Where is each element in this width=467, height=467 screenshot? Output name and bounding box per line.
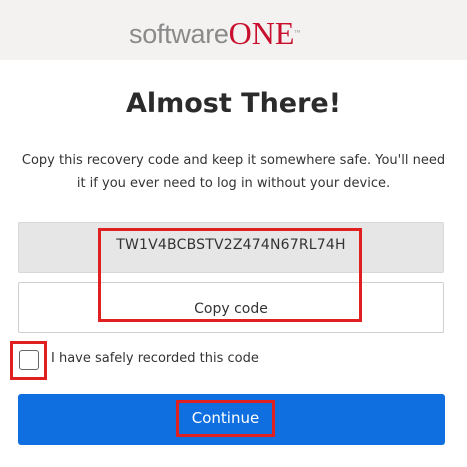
page-title: Almost There!	[125, 88, 342, 119]
logo-trademark: ™	[294, 30, 301, 36]
instructions-text: Copy this recovery code and keep it some…	[21, 153, 446, 191]
logo-text-software: software	[129, 19, 229, 49]
header: software ONE™	[0, 0, 467, 60]
copy-code-button[interactable]: Copy code	[18, 282, 444, 333]
recovery-code-text: TW1V4BCBSTV2Z474N67RL74H	[116, 237, 346, 253]
recorded-code-checkbox[interactable]	[19, 350, 39, 370]
softwareone-logo: software ONE™	[129, 9, 300, 49]
recorded-code-checkbox-label[interactable]: I have safely recorded this code	[51, 351, 259, 366]
logo-text-one: ONE™	[228, 15, 301, 51]
recovery-code-box: TW1V4BCBSTV2Z474N67RL74H	[18, 222, 444, 273]
continue-button[interactable]	[18, 394, 445, 445]
copy-code-label: Copy code	[194, 301, 268, 317]
